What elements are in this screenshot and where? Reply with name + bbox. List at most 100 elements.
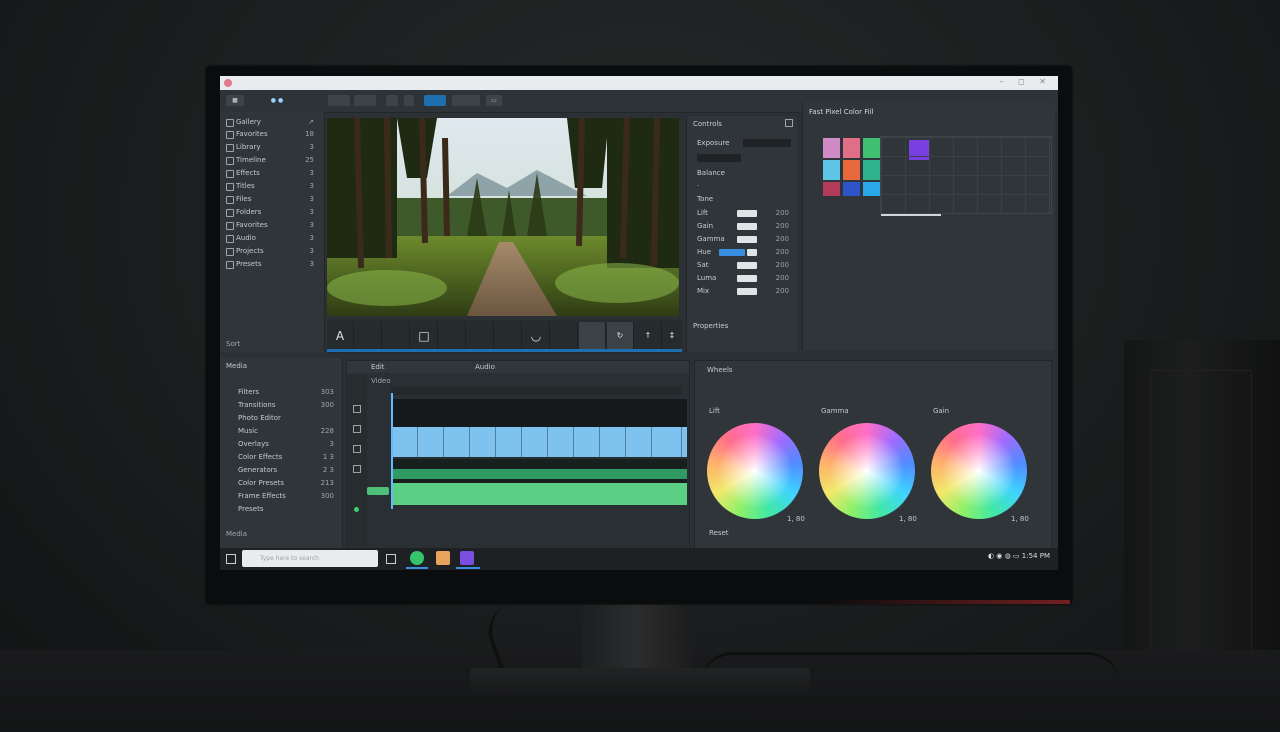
tool-cell[interactable] <box>579 322 606 350</box>
color-swatch[interactable] <box>843 160 860 180</box>
sidebar-item[interactable]: Gallery ↗ <box>220 116 320 128</box>
sidebar-item[interactable]: Favorites 18 <box>220 128 320 140</box>
playhead[interactable] <box>391 393 393 509</box>
audio-waveform-track[interactable] <box>391 483 687 505</box>
taskbar-search-input[interactable]: Type here to search <box>242 550 378 567</box>
inspector-row[interactable]: Exposure <box>691 138 793 148</box>
value-field[interactable] <box>697 154 741 162</box>
inspector-row[interactable]: Tone <box>691 194 793 204</box>
rotate-tool-button[interactable]: ↻ <box>607 322 634 350</box>
inspector-row[interactable]: Sat 200 <box>691 260 793 270</box>
effect-item[interactable]: Filters 303 <box>220 386 338 398</box>
app-icon-orange[interactable] <box>436 551 450 565</box>
sidebar-item[interactable]: Files 3 <box>220 193 320 205</box>
color-swatch[interactable] <box>823 138 840 158</box>
toolbar-button-5[interactable] <box>452 95 480 106</box>
sidebar-item[interactable]: Timeline 25 <box>220 154 320 166</box>
text-tool-button[interactable]: A <box>327 322 354 350</box>
color-swatch[interactable] <box>843 138 860 158</box>
effect-item[interactable]: Overlays 3 <box>220 438 338 450</box>
slider[interactable] <box>737 288 757 295</box>
menu-button[interactable]: ■ <box>226 95 244 106</box>
timeline-ruler[interactable] <box>391 387 681 395</box>
sidebar-item[interactable]: Favorites 3 <box>220 219 320 231</box>
timeline-tab-edit[interactable]: Edit <box>371 363 385 371</box>
inspector-row[interactable]: Mix 200 <box>691 286 793 296</box>
start-icon[interactable] <box>226 554 236 564</box>
inspector-row[interactable]: Hue 200 <box>691 247 793 257</box>
toolbar-button-6[interactable]: ▭ <box>486 95 502 106</box>
tool-cell[interactable] <box>467 322 494 350</box>
inspector-row[interactable]: Gain 200 <box>691 221 793 231</box>
color-grid[interactable] <box>880 136 1052 214</box>
color-swatch[interactable] <box>823 182 840 196</box>
video-clip-track[interactable] <box>391 427 687 457</box>
effect-item[interactable]: Transitions 300 <box>220 399 338 411</box>
sidebar-item[interactable]: Titles 3 <box>220 180 320 192</box>
lift-color-wheel[interactable] <box>707 423 803 519</box>
blade-tool-icon[interactable] <box>353 425 361 433</box>
inspector-row[interactable]: Gamma 200 <box>691 234 793 244</box>
rectangle-tool-button[interactable]: □ <box>411 322 438 350</box>
sidebar-item[interactable]: Audio 3 <box>220 232 320 244</box>
playback-progress-bar[interactable] <box>327 349 682 352</box>
sidebar-item[interactable]: Projects 3 <box>220 245 320 257</box>
track-label[interactable] <box>367 487 389 495</box>
timeline-tab-audio[interactable]: Audio <box>475 363 495 371</box>
toolbar-button-1[interactable] <box>328 95 350 106</box>
effect-item[interactable]: Generators 2 3 <box>220 464 338 476</box>
inspector-row[interactable]: Balance <box>691 168 793 178</box>
slider[interactable] <box>737 223 757 230</box>
select-tool-icon[interactable] <box>353 405 361 413</box>
task-view-icon[interactable] <box>386 554 396 564</box>
inspector-row[interactable]: Lift 200 <box>691 208 793 218</box>
system-tray[interactable]: ◐ ◉ ◍ ▭ 1:54 PM <box>988 552 1050 560</box>
color-swatch[interactable] <box>863 138 880 158</box>
tool-cell[interactable] <box>495 322 522 350</box>
gamma-color-wheel[interactable] <box>819 423 915 519</box>
zoom-tool-icon[interactable] <box>353 465 361 473</box>
audio-clip-track[interactable] <box>391 469 687 479</box>
scale-tool-button[interactable]: ↕ <box>659 322 685 350</box>
slider[interactable] <box>737 210 757 217</box>
sidebar-item[interactable]: Presets 3 <box>220 258 320 270</box>
toggle-view-button[interactable]: ● ● <box>264 95 290 106</box>
move-tool-button[interactable]: ↑ <box>635 322 662 350</box>
sidebar-item[interactable]: Folders 3 <box>220 206 320 218</box>
toolbar-button-2[interactable] <box>354 95 376 106</box>
sidebar-item[interactable]: Effects 3 <box>220 167 320 179</box>
slider[interactable] <box>737 236 757 243</box>
sidebar-footer[interactable]: Sort <box>226 340 240 348</box>
wheel-handle[interactable] <box>977 469 981 473</box>
effect-item[interactable]: Frame Effects 300 <box>220 490 338 502</box>
panel-menu-icon[interactable] <box>785 119 793 127</box>
toolbar-button-4[interactable] <box>404 95 414 106</box>
color-slider[interactable] <box>881 214 941 216</box>
color-swatch[interactable] <box>843 182 860 196</box>
palette-tabs[interactable]: Fast Pixel Color Fill <box>809 108 874 116</box>
video-track[interactable] <box>391 399 687 427</box>
toolbar-button-active[interactable] <box>424 95 446 106</box>
exposure-field[interactable] <box>743 139 791 147</box>
app-icon-green[interactable] <box>410 551 424 565</box>
curve-tool-button[interactable]: ◡ <box>523 322 550 350</box>
trim-tool-icon[interactable] <box>353 445 361 453</box>
slider[interactable] <box>737 275 757 282</box>
color-swatch[interactable] <box>863 160 880 180</box>
inspector-row[interactable]: Luma 200 <box>691 273 793 283</box>
gain-color-wheel[interactable] <box>931 423 1027 519</box>
slider[interactable] <box>737 262 757 269</box>
toolbar-button-3[interactable] <box>386 95 398 106</box>
color-swatch[interactable] <box>863 182 880 196</box>
wheels-reset[interactable]: Reset <box>709 529 729 537</box>
tool-cell[interactable] <box>383 322 410 350</box>
effect-item[interactable]: Color Effects 1 3 <box>220 451 338 463</box>
effect-item[interactable]: Music 228 <box>220 425 338 437</box>
effect-item[interactable]: Color Presets 213 <box>220 477 338 489</box>
inspector-row[interactable] <box>691 153 793 163</box>
color-swatch[interactable] <box>823 160 840 180</box>
tool-cell[interactable] <box>439 322 466 350</box>
effects-footer[interactable]: Media <box>226 530 247 538</box>
wheel-handle[interactable] <box>865 469 869 473</box>
effect-item[interactable]: Presets <box>220 503 338 515</box>
